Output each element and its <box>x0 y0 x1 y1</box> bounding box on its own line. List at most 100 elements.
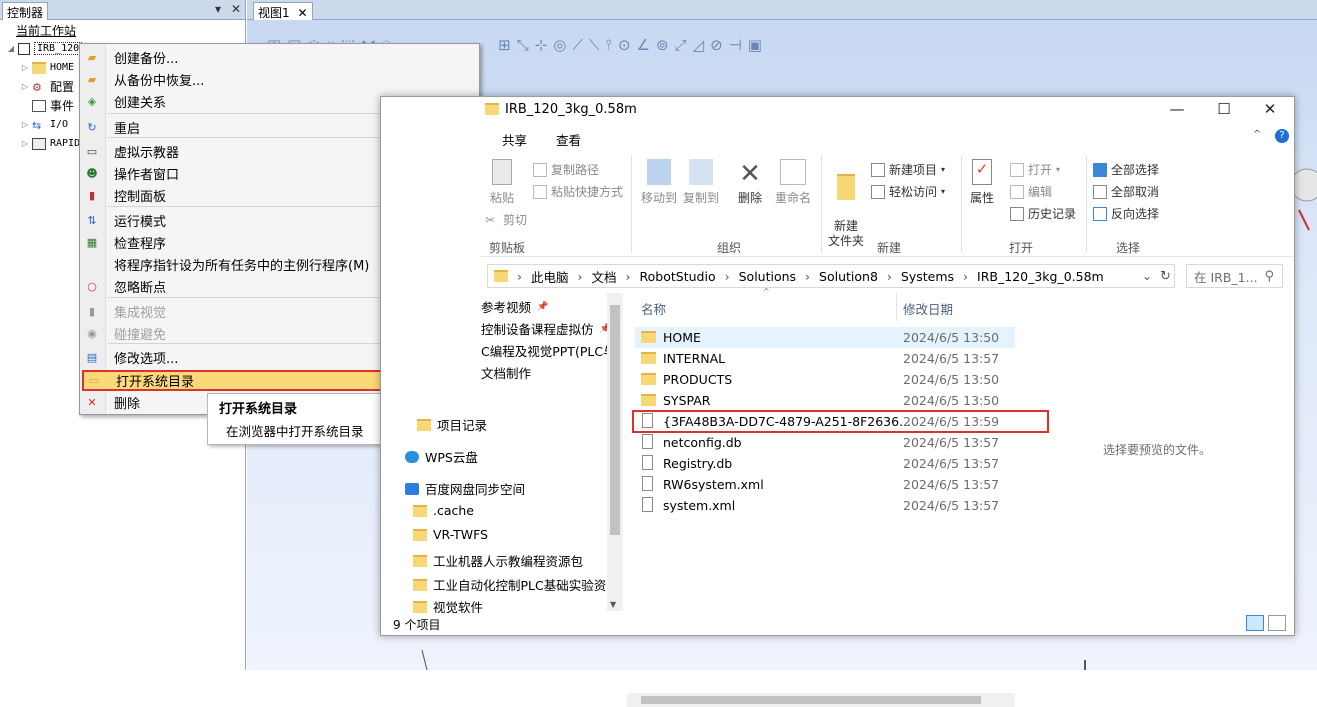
controller-tab[interactable]: 控制器 <box>2 2 49 20</box>
refresh-icon[interactable]: ↻ <box>1160 269 1171 284</box>
cut-button[interactable]: ✂ 剪切 <box>485 211 527 228</box>
column-header-name[interactable]: 名称 <box>641 299 666 318</box>
close-icon[interactable]: ✕ <box>297 6 307 20</box>
move-to-button[interactable]: 移动到 <box>639 159 679 206</box>
history-button[interactable]: 历史记录 <box>1010 205 1076 222</box>
snap-circle-icon[interactable]: ◎ <box>553 36 566 60</box>
file-row[interactable]: SYSPAR 2024/6/5 13:50 <box>635 390 1015 411</box>
close-icon[interactable]: ✕ <box>231 2 241 16</box>
tree-item-events[interactable]: 事件 <box>32 96 74 115</box>
h-scroll-thumb[interactable] <box>641 696 981 704</box>
select-all-button[interactable]: 全部选择 <box>1093 161 1159 178</box>
tree-item-rapid[interactable]: ▷ RAPID <box>18 134 80 153</box>
expand-arrow-icon[interactable]: ▷ <box>18 63 32 72</box>
maximize-button[interactable]: ☐ <box>1209 100 1239 118</box>
file-row[interactable]: INTERNAL 2024/6/5 13:57 <box>635 348 1015 369</box>
breadcrumb-separator-icon[interactable]: › <box>963 269 968 284</box>
new-item-button[interactable]: 新建项目 ▾ <box>871 161 945 178</box>
search-input[interactable]: 在 IRB_1... ⚲ <box>1186 264 1283 288</box>
properties-button[interactable]: ✓ 属性 <box>967 159 997 206</box>
scroll-thumb[interactable] <box>610 305 620 535</box>
nav-item[interactable]: VR-TWFS <box>413 527 488 542</box>
ribbon-collapse-icon[interactable]: ^ <box>1253 129 1261 140</box>
file-row[interactable]: Registry.db 2024/6/5 13:57 <box>635 453 1015 474</box>
menu-item[interactable]: ▰ 从备份中恢复... <box>82 69 477 90</box>
nav-scrollbar[interactable]: ▼ <box>607 293 623 611</box>
copy-to-button[interactable]: 复制到 <box>681 159 721 206</box>
breadcrumb-separator-icon[interactable]: › <box>887 269 892 284</box>
snap-pattern-icon[interactable]: ⊹ <box>535 36 548 60</box>
tab-view1[interactable]: 视图1 ✕ <box>253 2 313 20</box>
details-view-icon[interactable] <box>1246 615 1264 631</box>
breadcrumb-item[interactable]: RobotStudio <box>640 269 716 284</box>
snap-line-icon[interactable]: ⟋ <box>572 36 583 60</box>
tab-view[interactable]: 查看 <box>556 130 581 149</box>
snap-grid-icon[interactable]: ⊞ <box>498 36 511 60</box>
breadcrumb-separator-icon[interactable]: › <box>517 269 522 284</box>
expand-arrow-icon[interactable]: ▷ <box>18 139 32 148</box>
tree-system[interactable]: ◢ IRB_120 <box>4 39 83 58</box>
delete-button[interactable]: ✕ 删除 <box>735 159 765 206</box>
column-header-date[interactable]: 修改日期 <box>903 299 953 318</box>
nav-item[interactable]: .cache <box>413 503 474 518</box>
open-button[interactable]: 打开 ▾ <box>1010 161 1060 178</box>
scroll-down-icon[interactable]: ▼ <box>610 600 616 609</box>
breadcrumb-item[interactable]: 文档 <box>592 267 617 286</box>
measure-min-icon[interactable]: ⊣ <box>729 36 742 60</box>
snap-mid-icon[interactable]: ⟍ <box>589 36 600 60</box>
easy-access-button[interactable]: 轻松访问 ▾ <box>871 183 945 200</box>
large-icons-view-icon[interactable] <box>1268 615 1286 631</box>
nav-item[interactable]: WPS云盘 <box>405 447 478 466</box>
address-dropdown-icon[interactable]: ⌄ <box>1142 269 1152 283</box>
expand-arrow-icon[interactable]: ▷ <box>18 120 32 129</box>
address-bar[interactable]: › 此电脑 › 文档 › RobotStudio › Solutions › Solution8 ›… <box>487 264 1175 288</box>
measure-angle-icon[interactable]: ◿ <box>693 36 705 60</box>
file-row[interactable]: netconfig.db 2024/6/5 13:57 <box>635 432 1015 453</box>
minimize-button[interactable]: — <box>1162 100 1192 118</box>
breadcrumb-item[interactable]: Solution8 <box>819 269 878 284</box>
nav-item[interactable]: 控制设备课程虚拟仿 📌 <box>481 319 611 338</box>
breadcrumb-item[interactable]: Systems <box>901 269 954 284</box>
snap-local-icon[interactable]: ⊚ <box>656 36 669 60</box>
tab-share[interactable]: 共享 <box>502 130 527 149</box>
measure-distance-icon[interactable]: ⤢ <box>675 36 687 60</box>
close-button[interactable]: ✕ <box>1255 100 1285 118</box>
tree-root-station[interactable]: 当前工作站 <box>16 21 76 40</box>
nav-item[interactable]: 工业机器人示教编程资源包 <box>413 551 583 570</box>
h-scrollbar[interactable] <box>627 693 1015 707</box>
breadcrumb-item[interactable]: IRB_120_3kg_0.58m <box>977 269 1104 284</box>
nav-item[interactable]: 文档制作 <box>481 363 531 382</box>
file-row[interactable]: system.xml 2024/6/5 13:57 <box>635 495 1015 516</box>
menu-item[interactable]: ▰ 创建备份... <box>82 47 477 68</box>
pin-icon[interactable]: ▾ <box>215 2 221 16</box>
invert-selection-button[interactable]: 反向选择 <box>1093 205 1159 222</box>
file-row[interactable]: PRODUCTS 2024/6/5 13:50 <box>635 369 1015 390</box>
nav-item[interactable]: 视觉软件 <box>413 597 483 613</box>
snap-edge-icon[interactable]: ∠ <box>637 36 650 60</box>
file-row[interactable]: HOME 2024/6/5 13:50 <box>635 327 1015 348</box>
rename-button[interactable]: 重命名 <box>773 159 813 206</box>
tree-item-io[interactable]: ▷ ⇆ I/O <box>18 115 68 134</box>
nav-item[interactable]: 百度网盘同步空间 <box>405 479 525 498</box>
measure-diameter-icon[interactable]: ⊘ <box>710 36 723 60</box>
tree-item-home[interactable]: ▷ HOME <box>18 58 74 77</box>
breadcrumb-separator-icon[interactable]: › <box>626 269 631 284</box>
select-none-button[interactable]: 全部取消 <box>1093 183 1159 200</box>
edit-button[interactable]: 编辑 <box>1010 183 1052 200</box>
measure-show-icon[interactable]: ▣ <box>748 36 762 60</box>
help-icon[interactable]: ? <box>1275 129 1289 143</box>
nav-item[interactable]: 参考视频 📌 <box>481 297 548 316</box>
tree-item-config[interactable]: ▷ ⚙ 配置 <box>18 77 74 96</box>
pin-icon[interactable]: 📌 <box>537 302 548 312</box>
snap-end-icon[interactable]: ⫯ <box>605 36 612 60</box>
explorer-titlebar[interactable]: IRB_120_3kg_0.58m — ☐ ✕ <box>381 97 1294 125</box>
nav-item[interactable]: 项目记录 <box>417 415 487 434</box>
breadcrumb-item[interactable]: Solutions <box>739 269 796 284</box>
copy-path-button[interactable]: 复制路径 <box>533 161 599 178</box>
paste-button[interactable]: 粘贴 <box>489 159 515 206</box>
breadcrumb-separator-icon[interactable]: › <box>805 269 810 284</box>
paste-shortcut-button[interactable]: 粘贴快捷方式 <box>533 183 623 200</box>
nav-item[interactable]: 工业自动化控制PLC基础实验资源 <box>413 575 619 594</box>
nav-item[interactable]: C编程及视觉PPT(PLC与 <box>481 341 616 360</box>
breadcrumb-separator-icon[interactable]: › <box>578 269 583 284</box>
